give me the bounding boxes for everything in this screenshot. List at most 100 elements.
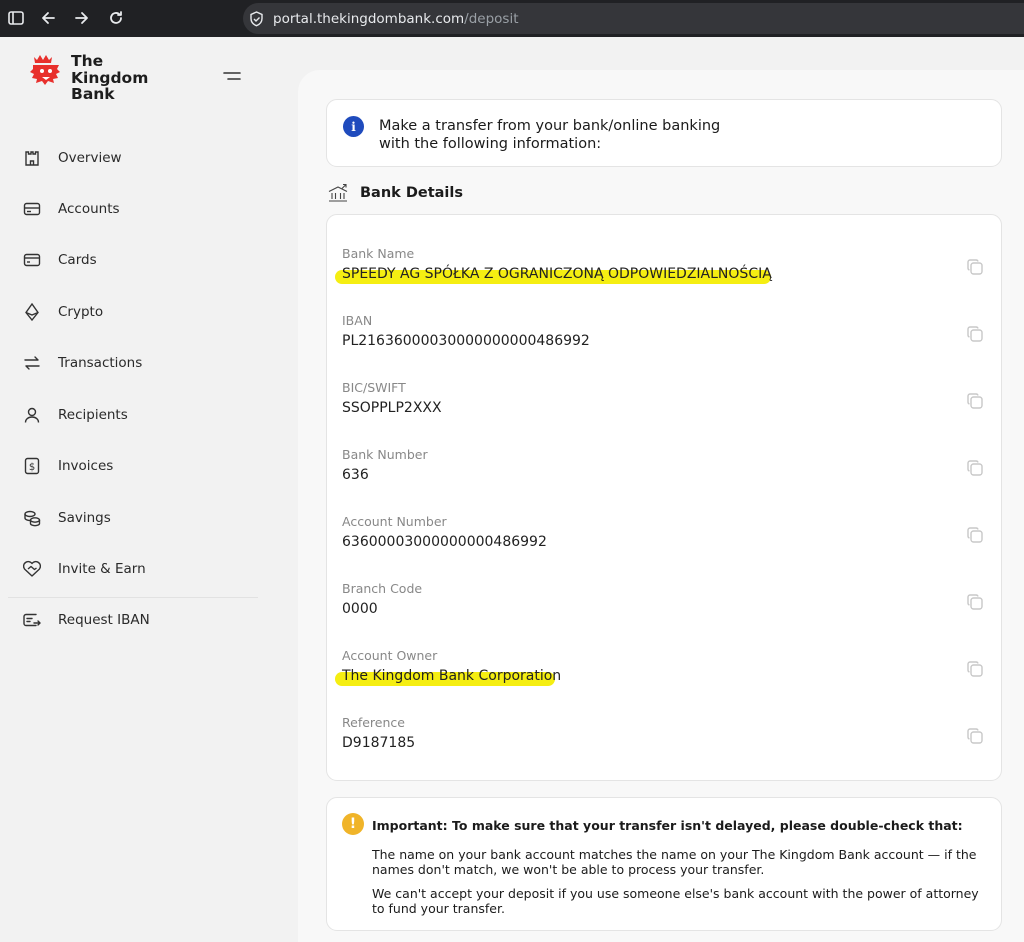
brand-logo[interactable]: The Kingdom Bank <box>30 51 148 103</box>
sidebar-item-recipients[interactable]: Recipients <box>22 400 262 430</box>
site-security-icon[interactable] <box>249 11 264 27</box>
sidebar-item-invite-earn[interactable]: Invite & Earn <box>22 554 262 584</box>
info-banner: i Make a transfer from your bank/online … <box>326 99 1002 167</box>
detail-value-text: PL21636000030000000000486992 <box>342 333 590 349</box>
detail-value[interactable]: 63600003000000000486992 <box>342 534 547 550</box>
detail-row-iban: IBAN PL21636000030000000000486992 <box>342 313 987 369</box>
sidebar-item-label: Invoices <box>58 458 114 474</box>
sidebar-item-label: Invite & Earn <box>58 561 146 577</box>
heart-handshake-icon <box>22 559 42 579</box>
detail-label: Branch Code <box>342 581 423 596</box>
detail-row-bank-number: Bank Number 636 <box>342 447 987 503</box>
copy-icon[interactable] <box>964 256 986 278</box>
detail-label: Bank Name <box>342 246 415 261</box>
browser-toolbar: portal.thekingdombank.com/deposit <box>0 0 1024 37</box>
detail-value-text: D9187185 <box>342 735 416 751</box>
sidebar-item-cards[interactable]: Cards <box>22 245 262 275</box>
url-host: portal.thekingdombank.com <box>273 10 465 27</box>
brand-name: The Kingdom Bank <box>71 53 148 103</box>
detail-value-text: SPEEDY AG SPÓŁKA Z OGRANICZONĄ ODPOWIEDZ… <box>342 266 772 282</box>
detail-value[interactable]: 636 <box>342 467 369 483</box>
nav-divider <box>8 597 258 598</box>
detail-value[interactable]: D9187185 <box>342 735 415 751</box>
detail-value[interactable]: 0000 <box>342 601 378 617</box>
section-header: Bank Details <box>328 183 463 203</box>
detail-row-account-number: Account Number 63600003000000000486992 <box>342 514 987 570</box>
brand-line-3: Bank <box>71 85 115 103</box>
notice-paragraph-1: The name on your bank account matches th… <box>372 847 977 877</box>
ethereum-icon <box>22 302 42 322</box>
important-notice: ! Important: To make sure that your tran… <box>326 797 1002 931</box>
url-path: /deposit <box>464 10 519 27</box>
detail-label: BIC/SWIFT <box>342 380 406 395</box>
copy-icon[interactable] <box>964 457 986 479</box>
detail-row-account-owner: Account Owner The Kingdom Bank Corporati… <box>335 648 987 704</box>
copy-icon[interactable] <box>964 658 986 680</box>
detail-value-text: SSOPPLP2XXX <box>342 400 442 416</box>
detail-label: Reference <box>342 715 405 730</box>
card-icon <box>22 250 42 270</box>
main-content: i Make a transfer from your bank/online … <box>298 70 1024 942</box>
copy-icon[interactable] <box>964 591 986 613</box>
detail-label: IBAN <box>342 313 373 328</box>
detail-row-branch-code: Branch Code 0000 <box>342 581 987 637</box>
detail-value-text: 636 <box>342 467 369 483</box>
address-bar[interactable]: portal.thekingdombank.com/deposit <box>243 3 1024 34</box>
info-text: Make a transfer from your bank/online ba… <box>379 117 739 153</box>
copy-icon[interactable] <box>964 725 986 747</box>
bank-building-icon <box>328 183 348 202</box>
detail-row-bic-swift: BIC/SWIFT SSOPPLP2XXX <box>342 380 987 436</box>
url-text: portal.thekingdombank.com/deposit <box>273 11 519 27</box>
warning-icon: ! <box>342 813 364 835</box>
detail-value-text: The Kingdom Bank Corporation <box>342 668 562 684</box>
sidebar-item-invoices[interactable]: $ Invoices <box>22 451 262 481</box>
detail-value[interactable]: SSOPPLP2XXX <box>342 400 442 416</box>
request-iban-icon <box>22 610 42 630</box>
castle-icon <box>22 148 42 168</box>
detail-value-text: 0000 <box>342 601 378 617</box>
notice-paragraph-2: We can't accept your deposit if you use … <box>372 886 979 916</box>
sidebar: The Kingdom Bank Overview Accounts Cards… <box>0 37 282 942</box>
detail-label: Bank Number <box>342 447 428 462</box>
user-icon <box>22 405 42 425</box>
detail-row-reference: Reference D9187185 <box>342 715 987 771</box>
bank-details-card: Bank Name SPEEDY AG SPÓŁKA Z OGRANICZONĄ… <box>326 214 1002 781</box>
forward-icon[interactable] <box>70 6 94 30</box>
copy-icon[interactable] <box>964 390 986 412</box>
sidebar-toggle-icon[interactable] <box>4 6 28 30</box>
notice-title: Important: To make sure that your transf… <box>372 818 963 833</box>
detail-value[interactable]: The Kingdom Bank Corporation <box>342 668 561 684</box>
collapse-menu-icon[interactable] <box>222 69 242 81</box>
copy-icon[interactable] <box>964 524 986 546</box>
sidebar-item-label: Request IBAN <box>58 612 150 628</box>
sidebar-item-transactions[interactable]: Transactions <box>22 348 262 378</box>
sidebar-item-savings[interactable]: Savings <box>22 503 262 533</box>
sidebar-item-overview[interactable]: Overview <box>22 143 262 173</box>
detail-row-bank-name: Bank Name SPEEDY AG SPÓŁKA Z OGRANICZONĄ… <box>335 246 987 302</box>
sidebar-item-label: Savings <box>58 510 111 526</box>
section-title: Bank Details <box>360 185 464 201</box>
invoice-icon: $ <box>22 456 42 476</box>
sidebar-item-accounts[interactable]: Accounts <box>22 194 262 224</box>
wallet-icon <box>22 199 42 219</box>
sidebar-item-label: Accounts <box>58 201 120 217</box>
coins-icon <box>22 508 42 528</box>
info-line-2: with the following information: <box>379 136 602 152</box>
detail-value[interactable]: SPEEDY AG SPÓŁKA Z OGRANICZONĄ ODPOWIEDZ… <box>342 266 772 282</box>
reload-icon[interactable] <box>104 6 128 30</box>
brand-line-1: The <box>71 52 104 70</box>
info-icon: i <box>343 116 364 137</box>
sidebar-item-label: Recipients <box>58 407 128 423</box>
back-icon[interactable] <box>36 6 60 30</box>
detail-label: Account Owner <box>342 648 438 663</box>
sidebar-item-crypto[interactable]: Crypto <box>22 297 262 327</box>
transfer-arrows-icon <box>22 353 42 373</box>
lion-crest-icon <box>30 55 60 85</box>
copy-icon[interactable] <box>964 323 986 345</box>
sidebar-item-label: Transactions <box>58 355 143 371</box>
sidebar-item-request-iban[interactable]: Request IBAN <box>22 605 262 635</box>
svg-text:$: $ <box>29 462 35 473</box>
detail-value[interactable]: PL21636000030000000000486992 <box>342 333 590 349</box>
detail-label: Account Number <box>342 514 447 529</box>
detail-value-text: 63600003000000000486992 <box>342 534 547 550</box>
